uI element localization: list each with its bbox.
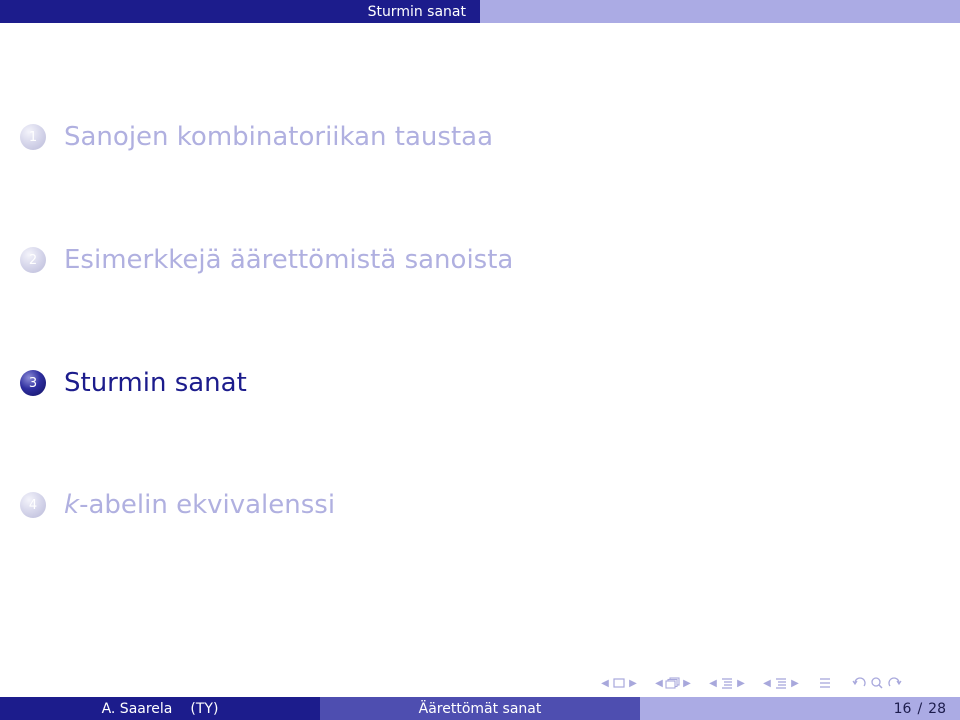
footer-page-number: 16 / 28 [640, 697, 960, 720]
navigation-symbols: ◀ ▶ ◀ ▶ ◀ ▶ ◀ ▶ [600, 672, 956, 694]
toc-item-2[interactable]: 2 Esimerkkejä äärettömistä sanoista [20, 240, 720, 280]
section-next-icon[interactable]: ▶ [736, 678, 746, 689]
page-current: 16 [893, 700, 912, 717]
forward-icon[interactable] [886, 677, 904, 689]
footline-bar: A. Saarela (TY) Äärettömät sanat 16 / 28 [0, 697, 960, 720]
toc-label: Sanojen kombinatoriikan taustaa [64, 122, 494, 152]
toc-label: Sturmin sanat [64, 368, 247, 398]
toc-label-math: k [64, 490, 80, 520]
presentation-prev-icon[interactable]: ◀ [762, 678, 772, 689]
frame-next-icon[interactable]: ▶ [628, 678, 638, 689]
back-icon[interactable] [850, 677, 868, 689]
toc-number-ball: 4 [20, 492, 46, 518]
presentation-next-icon[interactable]: ▶ [790, 678, 800, 689]
toc-label: k-abelin ekvivalenssi [64, 490, 335, 520]
headline-subsection-area [480, 0, 960, 23]
presentation-icon[interactable] [772, 677, 790, 689]
footer-author[interactable]: A. Saarela (TY) [0, 697, 320, 720]
page-separator: / [917, 700, 923, 717]
toc-number: 1 [28, 129, 38, 145]
page-total: 28 [928, 700, 946, 717]
frame-icon[interactable] [610, 678, 628, 688]
section-icon[interactable] [718, 677, 736, 689]
toc-item-4[interactable]: 4 k-abelin ekvivalenssi [20, 485, 720, 525]
toc-label: Esimerkkejä äärettömistä sanoista [64, 245, 514, 275]
subsection-icon[interactable] [664, 677, 682, 689]
toc-number-ball: 1 [20, 124, 46, 150]
toc-number-ball: 2 [20, 247, 46, 273]
toc-number: 4 [28, 497, 38, 513]
appendix-icon[interactable] [816, 677, 834, 689]
subsection-prev-icon[interactable]: ◀ [654, 678, 664, 689]
section-title-text: Sturmin sanat [367, 3, 466, 20]
subsection-next-icon[interactable]: ▶ [682, 678, 692, 689]
search-icon[interactable] [868, 677, 886, 689]
frame-prev-icon[interactable]: ◀ [600, 678, 610, 689]
toc-number: 3 [28, 375, 38, 391]
toc-item-3[interactable]: 3 Sturmin sanat [20, 363, 720, 403]
footer-title-text: Äärettömät sanat [418, 700, 542, 717]
headline-bar: Sturmin sanat [0, 0, 960, 23]
section-prev-icon[interactable]: ◀ [708, 678, 718, 689]
toc-label-text: -abelin ekvivalenssi [79, 490, 336, 520]
headline-section-title[interactable]: Sturmin sanat [0, 0, 480, 23]
footer-institute: (TY) [190, 700, 219, 717]
toc-number-ball: 3 [20, 370, 46, 396]
toc-number: 2 [28, 252, 38, 268]
toc-item-1[interactable]: 1 Sanojen kombinatoriikan taustaa [20, 117, 720, 157]
footer-author-name: A. Saarela [101, 700, 173, 717]
footer-title[interactable]: Äärettömät sanat [320, 697, 640, 720]
